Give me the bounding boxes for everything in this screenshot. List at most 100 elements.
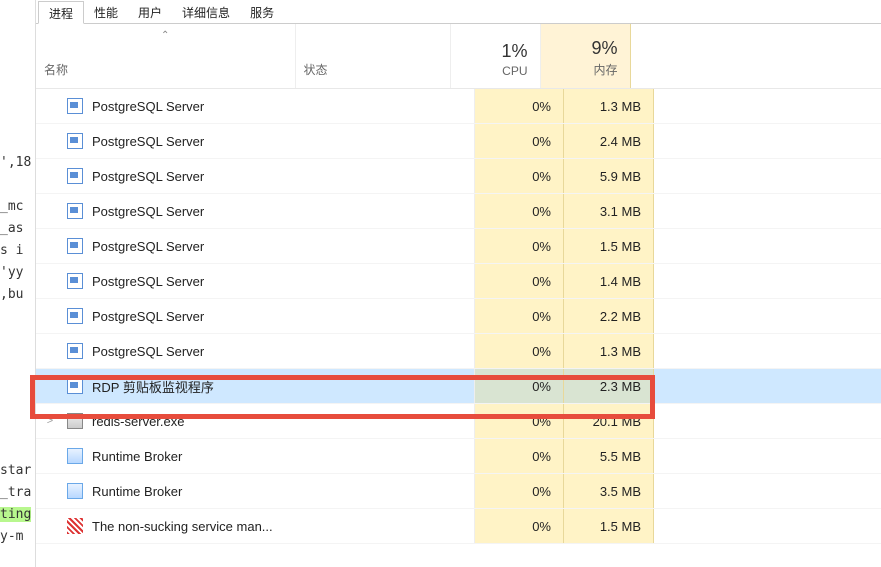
process-row[interactable]: PostgreSQL Server 0%1.3 MB <box>36 334 881 369</box>
process-memory-value: 1.5 MB <box>564 509 654 543</box>
process-icon <box>64 413 86 429</box>
process-cpu-value: 0% <box>474 334 564 368</box>
process-name: PostgreSQL Server <box>86 169 319 184</box>
process-row[interactable]: PostgreSQL Server 0%5.9 MB <box>36 159 881 194</box>
process-cpu-value: 0% <box>474 159 564 193</box>
app-icon <box>67 203 83 219</box>
process-cpu-value: 0% <box>474 124 564 158</box>
process-row[interactable]: PostgreSQL Server 0%2.4 MB <box>36 124 881 159</box>
app-icon <box>67 238 83 254</box>
task-manager-window: 进程 性能 用户 详细信息 服务 ⌃ 名称 状态 1% CPU 9% 内存 Po… <box>35 0 881 567</box>
process-memory-value: 2.2 MB <box>564 299 654 333</box>
process-cpu-value: 0% <box>474 299 564 333</box>
process-row[interactable]: PostgreSQL Server 0%1.4 MB <box>36 264 881 299</box>
process-memory-value: 2.4 MB <box>564 124 654 158</box>
process-icon <box>64 203 86 219</box>
tab-bar: 进程 性能 用户 详细信息 服务 <box>36 0 881 24</box>
tab-details[interactable]: 详细信息 <box>172 1 240 24</box>
background-editor: ',18 _mc _as s i 'yy ,bu star _tra ting … <box>0 0 40 567</box>
cpu-label: CPU <box>502 64 527 78</box>
process-list[interactable]: PostgreSQL Server0%1.3 MBPostgreSQL Serv… <box>36 89 881 544</box>
process-cpu-value: 0% <box>474 369 564 403</box>
redis-icon <box>67 413 83 429</box>
process-icon <box>64 238 86 254</box>
process-cpu-value: 0% <box>474 264 564 298</box>
process-row[interactable]: PostgreSQL Server 0%2.2 MB <box>36 299 881 334</box>
process-memory-value: 3.1 MB <box>564 194 654 228</box>
process-icon <box>64 343 86 359</box>
process-icon <box>64 378 86 394</box>
process-memory-value: 5.9 MB <box>564 159 654 193</box>
process-name: PostgreSQL Server <box>86 309 319 324</box>
process-cpu-value: 0% <box>474 509 564 543</box>
process-memory-value: 1.3 MB <box>564 334 654 368</box>
memory-label: 内存 <box>593 61 617 78</box>
process-cpu-value: 0% <box>474 229 564 263</box>
process-cpu-value: 0% <box>474 89 564 123</box>
process-icon <box>64 518 86 534</box>
nss-icon <box>67 518 83 534</box>
column-headers: ⌃ 名称 状态 1% CPU 9% 内存 <box>36 24 881 89</box>
process-name: PostgreSQL Server <box>86 274 319 289</box>
process-cpu-value: 0% <box>474 194 564 228</box>
process-cpu-value: 0% <box>474 439 564 473</box>
column-header-name[interactable]: ⌃ 名称 <box>36 24 296 88</box>
process-memory-value: 3.5 MB <box>564 474 654 508</box>
process-name: The non-sucking service man... <box>86 519 319 534</box>
cpu-percent-value: 1% <box>501 41 527 62</box>
process-name: PostgreSQL Server <box>86 344 319 359</box>
tab-processes[interactable]: 进程 <box>38 1 84 24</box>
process-icon <box>64 448 86 464</box>
process-name: PostgreSQL Server <box>86 239 319 254</box>
column-name-label: 名称 <box>44 61 68 78</box>
process-icon <box>64 483 86 499</box>
app-icon <box>67 98 83 114</box>
process-icon <box>64 273 86 289</box>
sort-indicator-icon: ⌃ <box>161 30 169 41</box>
broker-icon <box>67 483 83 499</box>
process-name: Runtime Broker <box>86 484 319 499</box>
process-icon <box>64 308 86 324</box>
process-icon <box>64 168 86 184</box>
process-memory-value: 2.3 MB <box>564 369 654 403</box>
process-memory-value: 20.1 MB <box>564 404 654 438</box>
process-memory-value: 1.3 MB <box>564 89 654 123</box>
process-name: PostgreSQL Server <box>86 204 319 219</box>
tab-performance[interactable]: 性能 <box>84 1 128 24</box>
process-row[interactable]: RDP 剪贴板监视程序 0%2.3 MB <box>36 369 881 404</box>
process-icon <box>64 98 86 114</box>
process-row[interactable]: Runtime Broker 0%5.5 MB <box>36 439 881 474</box>
column-status-label: 状态 <box>304 61 328 78</box>
memory-percent-value: 9% <box>591 38 617 59</box>
process-memory-value: 5.5 MB <box>564 439 654 473</box>
column-header-memory[interactable]: 9% 内存 <box>541 24 631 88</box>
process-name: redis-server.exe <box>86 414 319 429</box>
process-row[interactable]: PostgreSQL Server 0%1.3 MB <box>36 89 881 124</box>
column-header-status[interactable]: 状态 <box>296 24 451 88</box>
header-spacer <box>631 24 881 88</box>
expand-toggle-icon[interactable]: > <box>36 415 64 427</box>
process-row[interactable]: > redis-server.exe 0%20.1 MB <box>36 404 881 439</box>
process-name: PostgreSQL Server <box>86 99 319 114</box>
process-row[interactable]: PostgreSQL Server 0%3.1 MB <box>36 194 881 229</box>
process-cpu-value: 0% <box>474 404 564 438</box>
app-icon <box>67 343 83 359</box>
process-icon <box>64 133 86 149</box>
tab-users[interactable]: 用户 <box>128 1 172 24</box>
app-icon <box>67 308 83 324</box>
process-name: RDP 剪贴板监视程序 <box>86 377 319 396</box>
process-row[interactable]: PostgreSQL Server 0%1.5 MB <box>36 229 881 264</box>
column-header-cpu[interactable]: 1% CPU <box>451 24 541 88</box>
process-memory-value: 1.5 MB <box>564 229 654 263</box>
tab-services[interactable]: 服务 <box>240 1 284 24</box>
process-name: PostgreSQL Server <box>86 134 319 149</box>
process-row[interactable]: The non-sucking service man... 0%1.5 MB <box>36 509 881 544</box>
process-memory-value: 1.4 MB <box>564 264 654 298</box>
app-icon <box>67 378 83 394</box>
process-cpu-value: 0% <box>474 474 564 508</box>
process-name: Runtime Broker <box>86 449 319 464</box>
app-icon <box>67 168 83 184</box>
app-icon <box>67 133 83 149</box>
app-icon <box>67 273 83 289</box>
process-row[interactable]: Runtime Broker 0%3.5 MB <box>36 474 881 509</box>
